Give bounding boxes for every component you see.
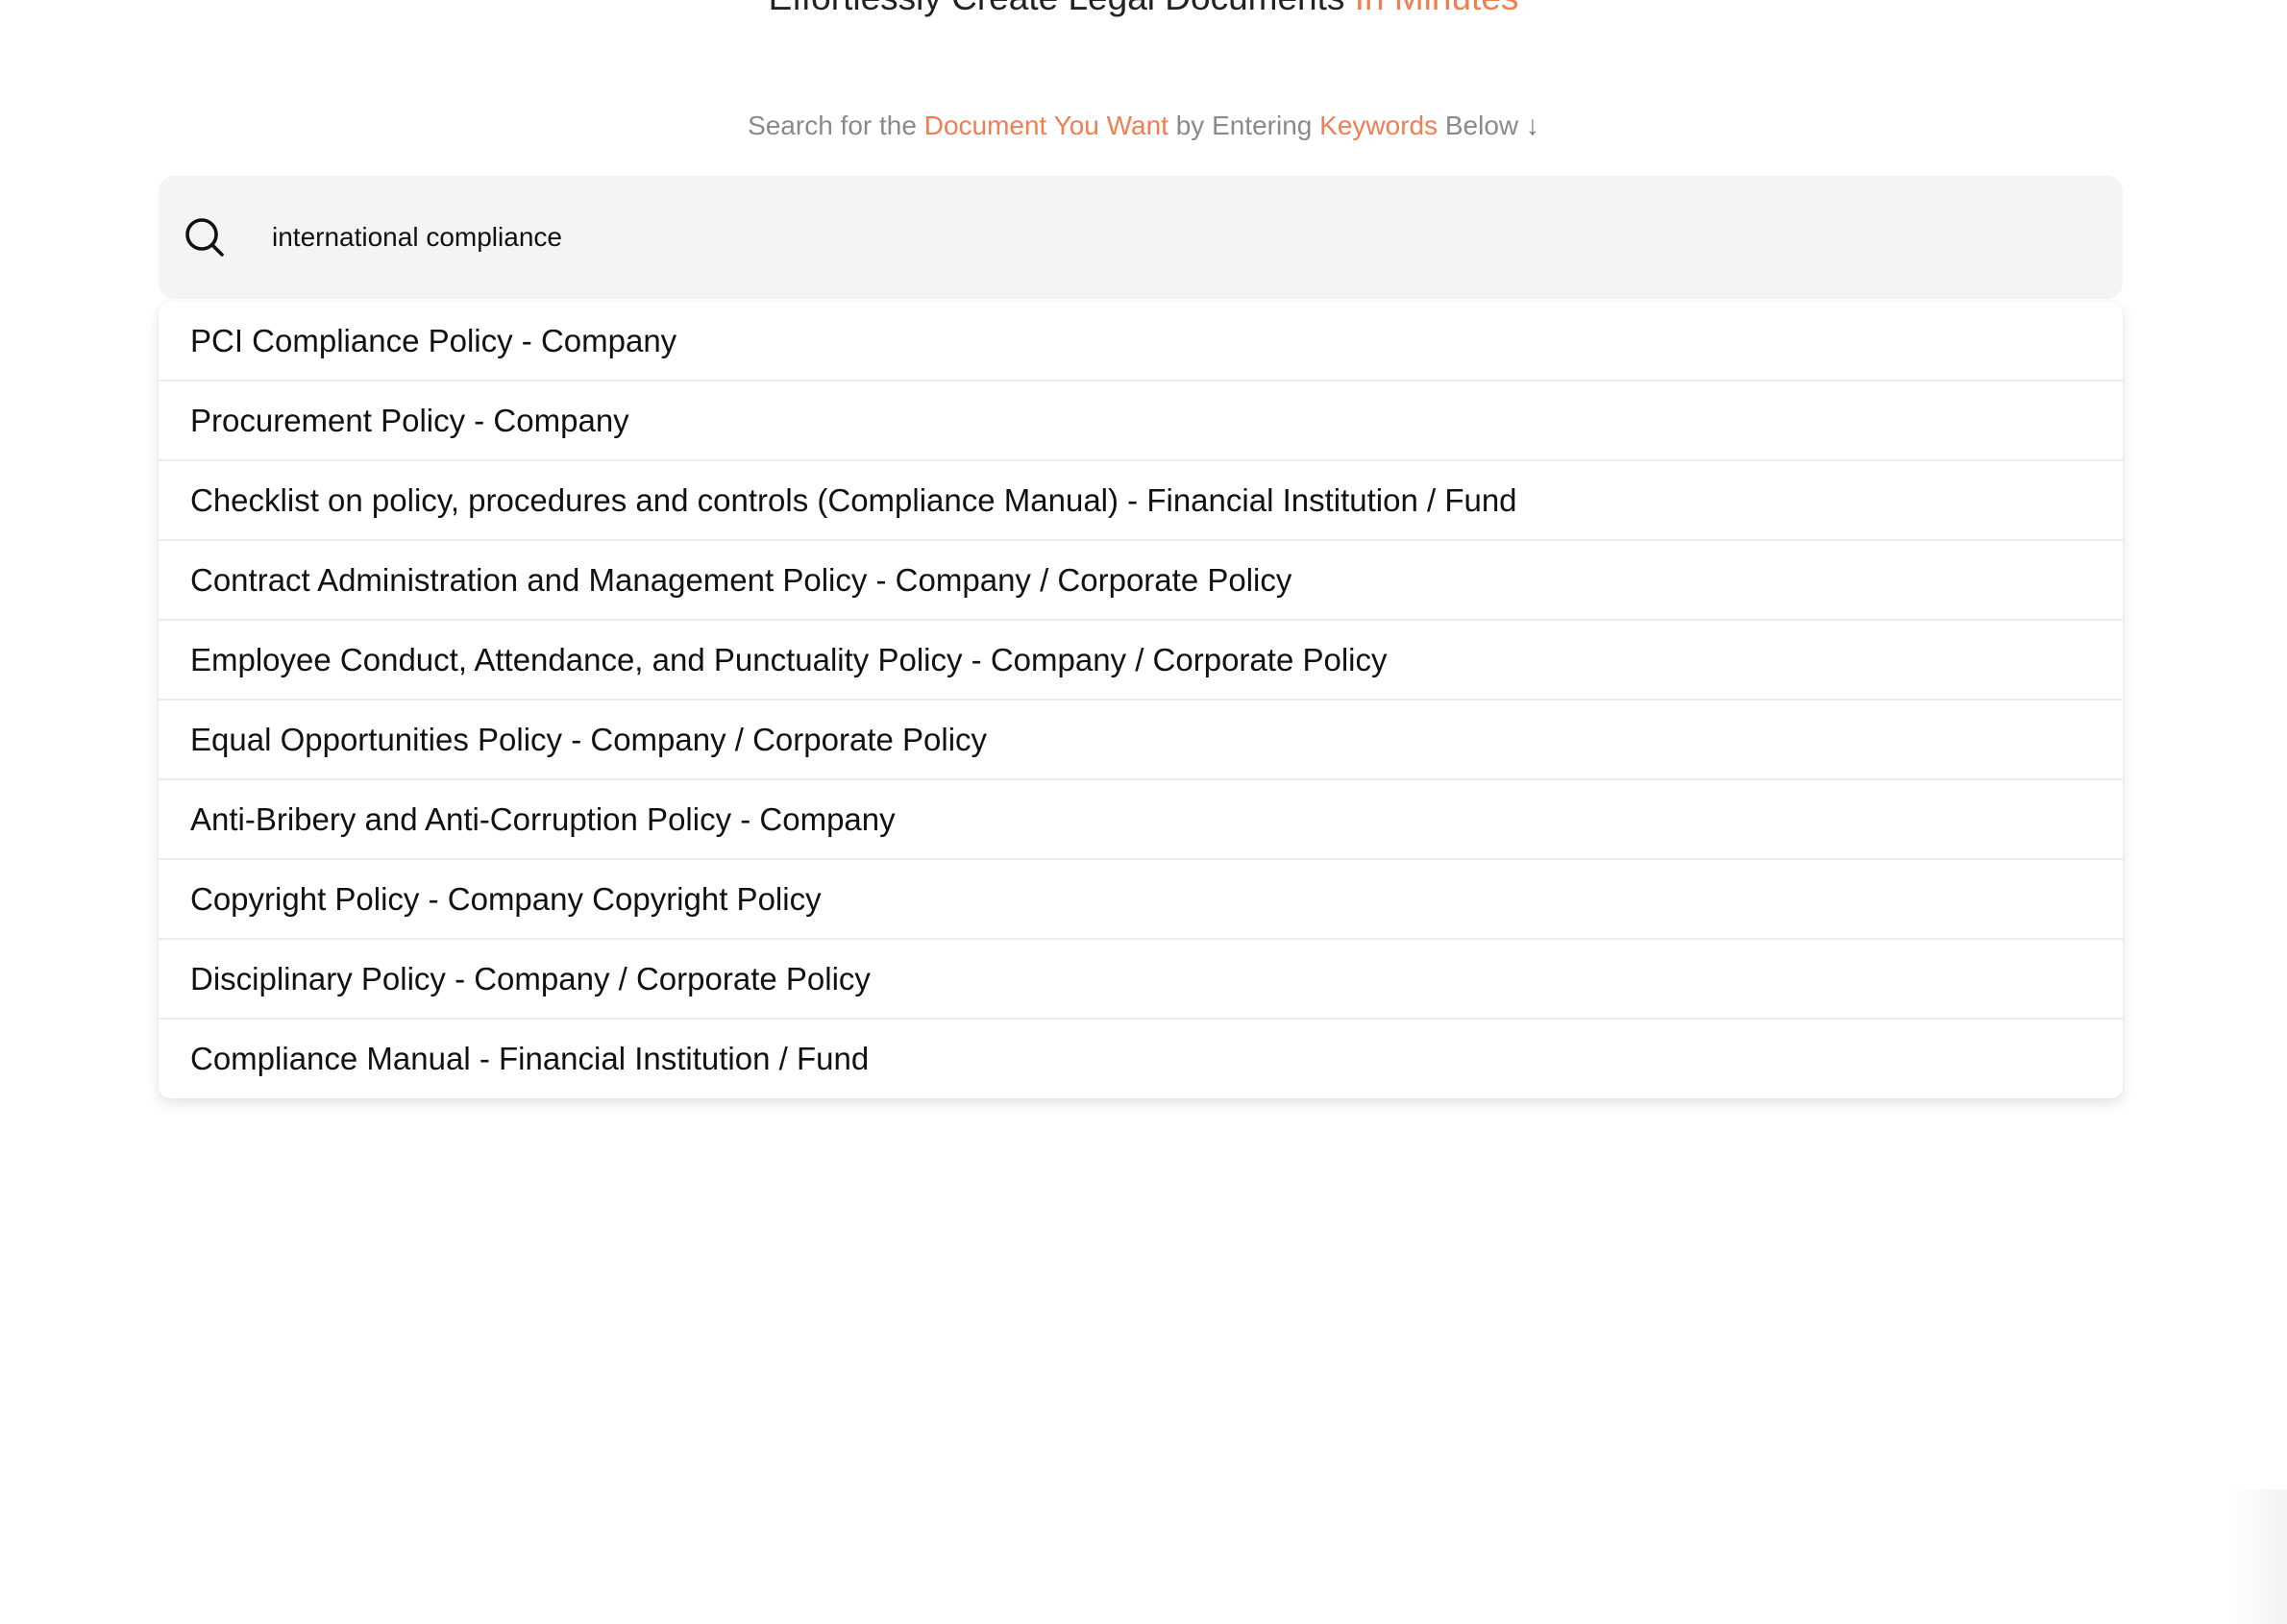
hero-title-accent: In Minutes xyxy=(1355,0,1519,17)
search-result-item[interactable]: PCI Compliance Policy - Company xyxy=(159,302,2123,381)
search-results-dropdown: PCI Compliance Policy - Company Procureme… xyxy=(159,302,2123,1098)
search-icon[interactable] xyxy=(182,214,228,260)
scroll-shadow xyxy=(2229,1489,2287,1624)
search-instructions: Search for the Document You Want by Ente… xyxy=(0,109,2287,143)
hero-title: Effortlessly Create Legal Documents In M… xyxy=(0,0,2287,19)
search-result-item[interactable]: Employee Conduct, Attendance, and Punctu… xyxy=(159,621,2123,701)
search-result-item[interactable]: Equal Opportunities Policy - Company / C… xyxy=(159,701,2123,780)
subtitle-accent-2: Keywords xyxy=(1319,111,1439,140)
search-result-item[interactable]: Contract Administration and Management P… xyxy=(159,541,2123,621)
subtitle-text-3: Below xyxy=(1444,111,1519,140)
subtitle-text-2: by Entering xyxy=(1175,111,1313,140)
search-result-item[interactable]: Compliance Manual - Financial Institutio… xyxy=(159,1020,2123,1098)
search-result-item[interactable]: Checklist on policy, procedures and cont… xyxy=(159,461,2123,541)
hero-title-main: Effortlessly Create Legal Documents xyxy=(769,0,1345,17)
search-result-item[interactable]: Copyright Policy - Company Copyright Pol… xyxy=(159,860,2123,940)
search-result-item[interactable]: Disciplinary Policy - Company / Corporat… xyxy=(159,940,2123,1020)
search-result-item[interactable]: Procurement Policy - Company xyxy=(159,381,2123,461)
page: Effortlessly Create Legal Documents In M… xyxy=(0,0,2287,1624)
search-input[interactable] xyxy=(272,212,2078,262)
subtitle-text-1: Search for the xyxy=(748,111,917,140)
subtitle-accent-1: Document You Want xyxy=(923,111,1168,140)
search-bar[interactable] xyxy=(159,176,2123,299)
arrow-down-icon: ↓ xyxy=(1525,111,1539,140)
search-result-item[interactable]: Anti-Bribery and Anti-Corruption Policy … xyxy=(159,780,2123,860)
